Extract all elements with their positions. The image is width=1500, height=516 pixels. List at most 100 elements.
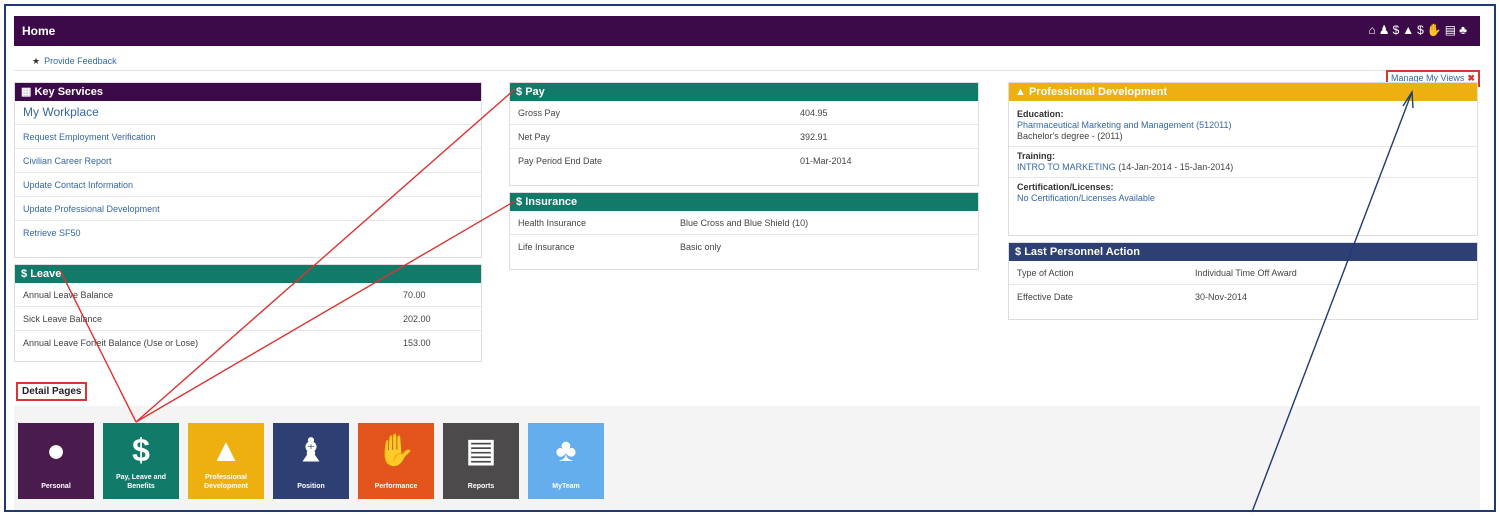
tile-label: Pay, Leave and Benefits: [115, 474, 167, 490]
education-link[interactable]: Pharmaceutical Marketing and Management …: [1017, 120, 1469, 131]
key-services-header: ▦ Key Services: [15, 83, 481, 101]
provide-feedback-link[interactable]: ★ Provide Feedback: [32, 56, 117, 67]
position-tile[interactable]: ♝ Position: [273, 423, 349, 499]
list-item[interactable]: Civilian Career Report: [15, 149, 481, 173]
professional-development-title: Professional Development: [1028, 86, 1168, 98]
pay-label: Gross Pay: [518, 108, 561, 118]
pay-label: Net Pay: [518, 132, 551, 142]
pay-label: Pay Period End Date: [518, 156, 603, 166]
insurance-title: Insurance: [525, 196, 578, 208]
performance-tile[interactable]: ✋ Performance: [358, 423, 434, 499]
professional-development-tile[interactable]: ▲ Professional Development: [188, 423, 264, 499]
leave-label: Sick Leave Balance: [23, 314, 103, 324]
action-value: Individual Time Off Award: [1195, 268, 1297, 278]
list-item[interactable]: My Workplace: [15, 101, 481, 125]
last-personnel-action-title: Last Personnel Action: [1024, 246, 1140, 258]
service-link[interactable]: Request Employment Verification: [23, 132, 156, 142]
insurance-value: Blue Cross and Blue Shield (10): [680, 218, 809, 228]
pay-title: Pay: [525, 86, 545, 98]
org-chart-icon: ♣: [555, 432, 577, 468]
pay-value: 01-Mar-2014: [800, 156, 852, 166]
org-chart-icon[interactable]: ♣: [1459, 23, 1468, 37]
table-row: Net Pay 392.91: [510, 125, 978, 149]
position-icon: ♝: [296, 432, 326, 468]
action-label: Type of Action: [1017, 268, 1074, 278]
header-divider: [14, 70, 1480, 71]
leave-value: 70.00: [403, 290, 426, 300]
table-row: Life Insurance Basic only: [510, 235, 978, 258]
training-label: Training:: [1017, 151, 1055, 161]
people-icon[interactable]: ♟: [1379, 23, 1391, 37]
personal-tile[interactable]: ● Personal: [18, 423, 94, 499]
last-personnel-action-header: $ Last Personnel Action: [1009, 243, 1477, 261]
my-workplace-link[interactable]: My Workplace: [23, 105, 99, 119]
tile-label: Personal: [41, 483, 71, 490]
action-value: 30-Nov-2014: [1195, 292, 1248, 302]
leave-label: Annual Leave Forfeit Balance (Use or Los…: [23, 338, 199, 348]
provide-feedback-label[interactable]: Provide Feedback: [44, 56, 117, 66]
key-services-title: Key Services: [34, 86, 103, 98]
table-row: Effective Date 30-Nov-2014: [1009, 285, 1477, 308]
leave-value: 153.00: [403, 338, 431, 348]
pay-header: $ Pay: [510, 83, 978, 101]
graduation-cap-icon: ▲: [210, 432, 242, 468]
thumbs-up-icon: ✋: [376, 432, 416, 468]
document-icon[interactable]: ▤: [1445, 23, 1457, 37]
table-row: Annual Leave Forfeit Balance (Use or Los…: [15, 331, 481, 354]
tile-label: MyTeam: [552, 483, 580, 490]
dollar-icon: $: [516, 196, 523, 208]
dollar-icon: $: [21, 268, 28, 280]
certification-label: Certification/Licenses:: [1017, 182, 1114, 192]
table-row: Health Insurance Blue Cross and Blue Shie…: [510, 211, 978, 235]
professional-development-panel: ▲ Professional Development Education: Ph…: [1008, 82, 1478, 236]
certification-link[interactable]: No Certification/Licenses Available: [1017, 193, 1469, 204]
top-navigation-bar: Home ⌂ ♟ $ ▲ $ ✋ ▤ ♣: [14, 16, 1480, 46]
table-row: Sick Leave Balance 202.00: [15, 307, 481, 331]
dollar-icon[interactable]: $: [1393, 23, 1401, 37]
leave-value: 202.00: [403, 314, 431, 324]
list-item[interactable]: Update Contact Information: [15, 173, 481, 197]
tile-label: Reports: [467, 483, 495, 490]
table-row: Pay Period End Date 01-Mar-2014: [510, 149, 978, 172]
action-label: Effective Date: [1017, 292, 1073, 302]
list-item[interactable]: Update Professional Development: [15, 197, 481, 221]
dollar-icon: $: [516, 86, 523, 98]
service-link[interactable]: Update Professional Development: [23, 204, 160, 214]
insurance-panel: $ Insurance Health Insurance Blue Cross a…: [509, 192, 979, 270]
home-icon[interactable]: ⌂: [1369, 23, 1377, 37]
education-label: Education:: [1017, 109, 1064, 119]
training-section: Training: INTRO TO MARKETING (14-Jan-201…: [1009, 147, 1477, 178]
service-link[interactable]: Update Contact Information: [23, 180, 133, 190]
page-title: Home: [22, 24, 56, 38]
pay-leave-benefits-tile[interactable]: $ Pay, Leave and Benefits: [103, 423, 179, 499]
grid-icon: ▦: [21, 86, 32, 98]
education-degree: Bachelor's degree - (2011): [1017, 131, 1123, 141]
graduation-cap-icon: ▲: [1015, 86, 1026, 98]
list-item[interactable]: Request Employment Verification: [15, 125, 481, 149]
detail-pages-heading: Detail Pages: [16, 382, 88, 401]
dollar-icon: $: [132, 432, 150, 468]
myteam-tile[interactable]: ♣ MyTeam: [528, 423, 604, 499]
tile-label: Professional Development: [204, 474, 248, 490]
pay-panel: $ Pay Gross Pay 404.95 Net Pay 392.91 Pay …: [509, 82, 979, 186]
last-personnel-action-panel: $ Last Personnel Action Type of Action In…: [1008, 242, 1478, 320]
professional-development-header: ▲ Professional Development: [1009, 83, 1477, 101]
detail-pages-tiles: ● Personal $ Pay, Leave and Benefits ▲ P…: [14, 406, 1480, 510]
leave-header: $ Leave: [15, 265, 481, 283]
insurance-header: $ Insurance: [510, 193, 978, 211]
table-row: Gross Pay 404.95: [510, 101, 978, 125]
training-link[interactable]: INTRO TO MARKETING: [1017, 162, 1116, 172]
top-toolbar-icons: ⌂ ♟ $ ▲ $ ✋ ▤ ♣: [1367, 23, 1468, 37]
reports-tile[interactable]: ▤ Reports: [443, 423, 519, 499]
screenshot-frame: Home ⌂ ♟ $ ▲ $ ✋ ▤ ♣ ★ Provide Feedback Manage M…: [4, 4, 1496, 512]
list-item[interactable]: Retrieve SF50: [15, 221, 481, 244]
service-link[interactable]: Retrieve SF50: [23, 228, 81, 238]
insurance-value: Basic only: [680, 242, 722, 252]
graduation-cap-icon[interactable]: ▲: [1402, 23, 1415, 37]
person-icon: ●: [46, 432, 66, 468]
service-link[interactable]: Civilian Career Report: [23, 156, 112, 166]
thumbs-up-icon[interactable]: ✋: [1427, 23, 1443, 37]
table-row: Type of Action Individual Time Off Award: [1009, 261, 1477, 285]
pay-icon[interactable]: $: [1417, 23, 1425, 37]
certification-section: Certification/Licenses: No Certification…: [1009, 178, 1477, 208]
